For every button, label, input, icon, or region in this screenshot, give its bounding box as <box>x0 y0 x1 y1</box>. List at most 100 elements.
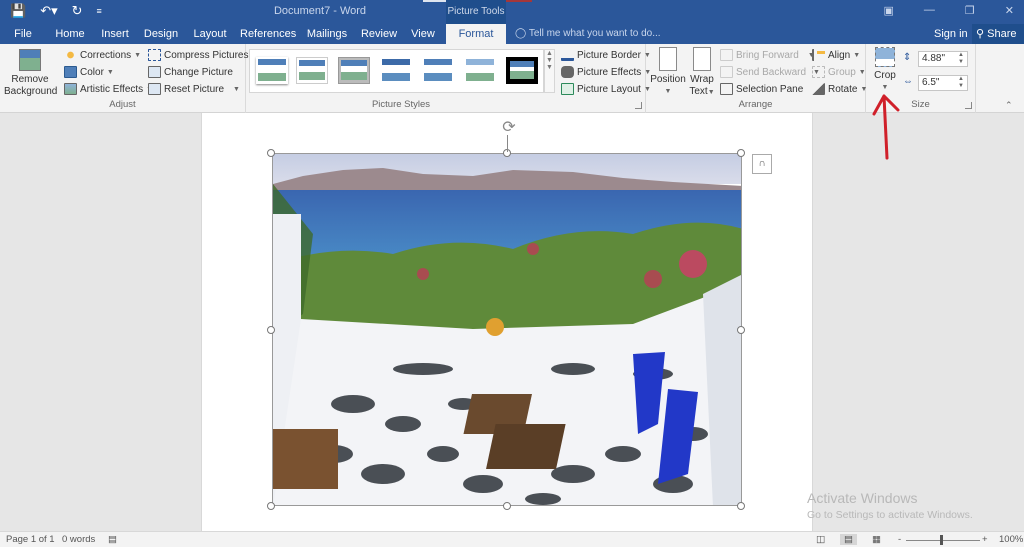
bring-forward-button[interactable]: Bring Forward▼ <box>720 47 815 63</box>
print-layout-icon[interactable]: ▤ <box>840 534 857 545</box>
tab-references[interactable]: References <box>240 24 296 44</box>
tab-design[interactable]: Design <box>142 24 180 44</box>
picture-style-1[interactable] <box>256 57 288 84</box>
tab-mailings[interactable]: Mailings <box>304 24 350 44</box>
width-spinner[interactable]: ▲ ▼ <box>958 76 964 90</box>
proofing-icon[interactable]: ▤ <box>108 534 117 545</box>
tab-review[interactable]: Review <box>360 24 398 44</box>
corrections-button[interactable]: Corrections ▼ <box>64 47 141 63</box>
picture-styles-gallery <box>249 49 544 93</box>
size-launcher[interactable] <box>965 102 972 109</box>
resize-handle-left[interactable] <box>267 326 275 334</box>
tell-me-search[interactable]: ◯ Tell me what you want to do... <box>515 24 661 44</box>
group-adjust: Remove Background Corrections ▼ Color ▼ Ar… <box>0 44 248 113</box>
selected-picture[interactable] <box>272 153 742 506</box>
compress-icon <box>148 49 161 61</box>
resize-handle-top-left[interactable] <box>267 149 275 157</box>
picture-effects-icon <box>561 66 574 78</box>
rotate-label: Rotate <box>828 83 858 95</box>
zoom-out-button[interactable]: - <box>898 534 901 545</box>
change-picture-icon <box>148 66 161 78</box>
remove-background-icon <box>19 49 41 71</box>
rotate-icon <box>812 83 825 95</box>
resize-handle-bottom-right[interactable] <box>737 502 745 510</box>
align-label: Align <box>828 49 851 61</box>
tab-insert[interactable]: Insert <box>98 24 132 44</box>
color-button[interactable]: Color ▼ <box>64 64 114 80</box>
ribbon-display-options-icon[interactable]: ▣ <box>884 4 894 17</box>
share-button[interactable]: ⚲ Share <box>972 24 1024 44</box>
compress-pictures-button[interactable]: Compress Pictures <box>148 47 248 63</box>
picture-style-6[interactable] <box>464 57 496 84</box>
context-accent-red <box>505 0 532 2</box>
sign-in-link[interactable]: Sign in <box>934 24 968 44</box>
resize-handle-right[interactable] <box>737 326 745 334</box>
close-icon[interactable]: ✕ <box>1005 4 1014 17</box>
tab-file[interactable]: File <box>8 24 38 44</box>
artistic-effects-button[interactable]: Artistic Effects▼ <box>64 81 153 97</box>
restore-icon[interactable]: ❐ <box>965 4 975 17</box>
group-label-adjust: Adjust <box>109 99 136 110</box>
status-bar: Page 1 of 1 0 words ▤ ◫ ▤ ▦ - + 100% <box>0 531 1024 547</box>
send-backward-label: Send Backward <box>736 66 807 78</box>
share-label: Share <box>987 28 1017 40</box>
picture-layout-icon <box>561 83 574 95</box>
tab-view[interactable]: View <box>408 24 438 44</box>
zoom-slider-track[interactable] <box>906 540 980 541</box>
width-input[interactable]: 6.5" ▲ ▼ <box>918 75 968 91</box>
tab-home[interactable]: Home <box>52 24 88 44</box>
remove-background-label-2: Background <box>4 86 58 97</box>
group-label-arrange: Arrange <box>738 99 773 110</box>
chevron-down-icon: ▼ <box>233 85 240 93</box>
picture-effects-button[interactable]: Picture Effects ▼ <box>561 64 651 80</box>
page-count[interactable]: Page 1 of 1 <box>6 534 55 545</box>
wrap-text-icon <box>693 47 711 71</box>
picture-style-2[interactable] <box>296 57 328 84</box>
picture-styles-launcher[interactable] <box>635 102 642 109</box>
read-mode-icon[interactable]: ◫ <box>816 534 825 545</box>
height-icon: ⇕ <box>903 52 912 63</box>
picture-layout-button[interactable]: Picture Layout ▼ <box>561 81 651 97</box>
layout-options-icon[interactable]: ∩ <box>752 154 772 174</box>
tab-layout[interactable]: Layout <box>190 24 230 44</box>
watermark-title: Activate Windows <box>807 490 918 506</box>
resize-handle-bottom[interactable] <box>503 502 511 510</box>
zoom-slider-thumb[interactable] <box>940 535 943 545</box>
picture-style-7[interactable] <box>506 57 538 84</box>
rotate-button[interactable]: Rotate ▼ <box>812 81 867 97</box>
change-picture-button[interactable]: Change Picture <box>148 64 233 80</box>
align-button[interactable]: Align ▼ <box>812 47 860 63</box>
zoom-in-button[interactable]: + <box>982 534 988 545</box>
picture-style-4[interactable] <box>380 57 412 84</box>
tab-format[interactable]: Format <box>446 24 506 44</box>
title-bar: 💾 ↶▾ ↻ ≡ Document7 - Word Picture Tools … <box>0 0 1024 24</box>
remove-background-button[interactable]: Remove Background <box>4 47 58 98</box>
gallery-scroll[interactable]: ▲ ▼ ▼ <box>544 49 555 93</box>
wrap-text-button[interactable]: Wrap Text▼ <box>688 47 716 99</box>
window-controls: ▣ — ❐ ✕ <box>884 4 1015 17</box>
resize-handle-top-right[interactable] <box>737 149 745 157</box>
resize-handle-bottom-left[interactable] <box>267 502 275 510</box>
pencil-icon <box>561 49 574 61</box>
picture-tools-label: Picture Tools <box>446 0 506 24</box>
web-layout-icon[interactable]: ▦ <box>872 534 881 545</box>
zoom-level[interactable]: 100% <box>999 534 1023 545</box>
reset-picture-icon <box>148 83 161 95</box>
photo-flowers <box>417 268 429 280</box>
picture-border-button[interactable]: Picture Border ▼ <box>561 47 651 63</box>
reset-picture-button[interactable]: Reset Picture ▼ <box>148 81 240 97</box>
picture-style-3[interactable] <box>338 57 370 84</box>
minimize-icon[interactable]: — <box>924 4 935 17</box>
word-count[interactable]: 0 words <box>62 534 95 545</box>
picture-layout-label: Picture Layout <box>577 83 641 95</box>
picture-style-5[interactable] <box>422 57 454 84</box>
crop-button[interactable]: Crop ▼ <box>872 47 898 94</box>
height-input[interactable]: 4.88" ▲ ▼ <box>918 51 968 67</box>
height-spinner[interactable]: ▲ ▼ <box>958 52 964 66</box>
rotate-handle-icon[interactable]: ⟳ <box>500 119 518 137</box>
position-button[interactable]: Position ▼ <box>650 47 686 98</box>
selection-pane-button[interactable]: Selection Pane <box>720 81 803 97</box>
group-button[interactable]: Group ▼ <box>812 64 866 80</box>
collapse-ribbon-icon[interactable]: ⌃ <box>1005 100 1013 111</box>
send-backward-button[interactable]: Send Backward ▼ <box>720 64 820 80</box>
